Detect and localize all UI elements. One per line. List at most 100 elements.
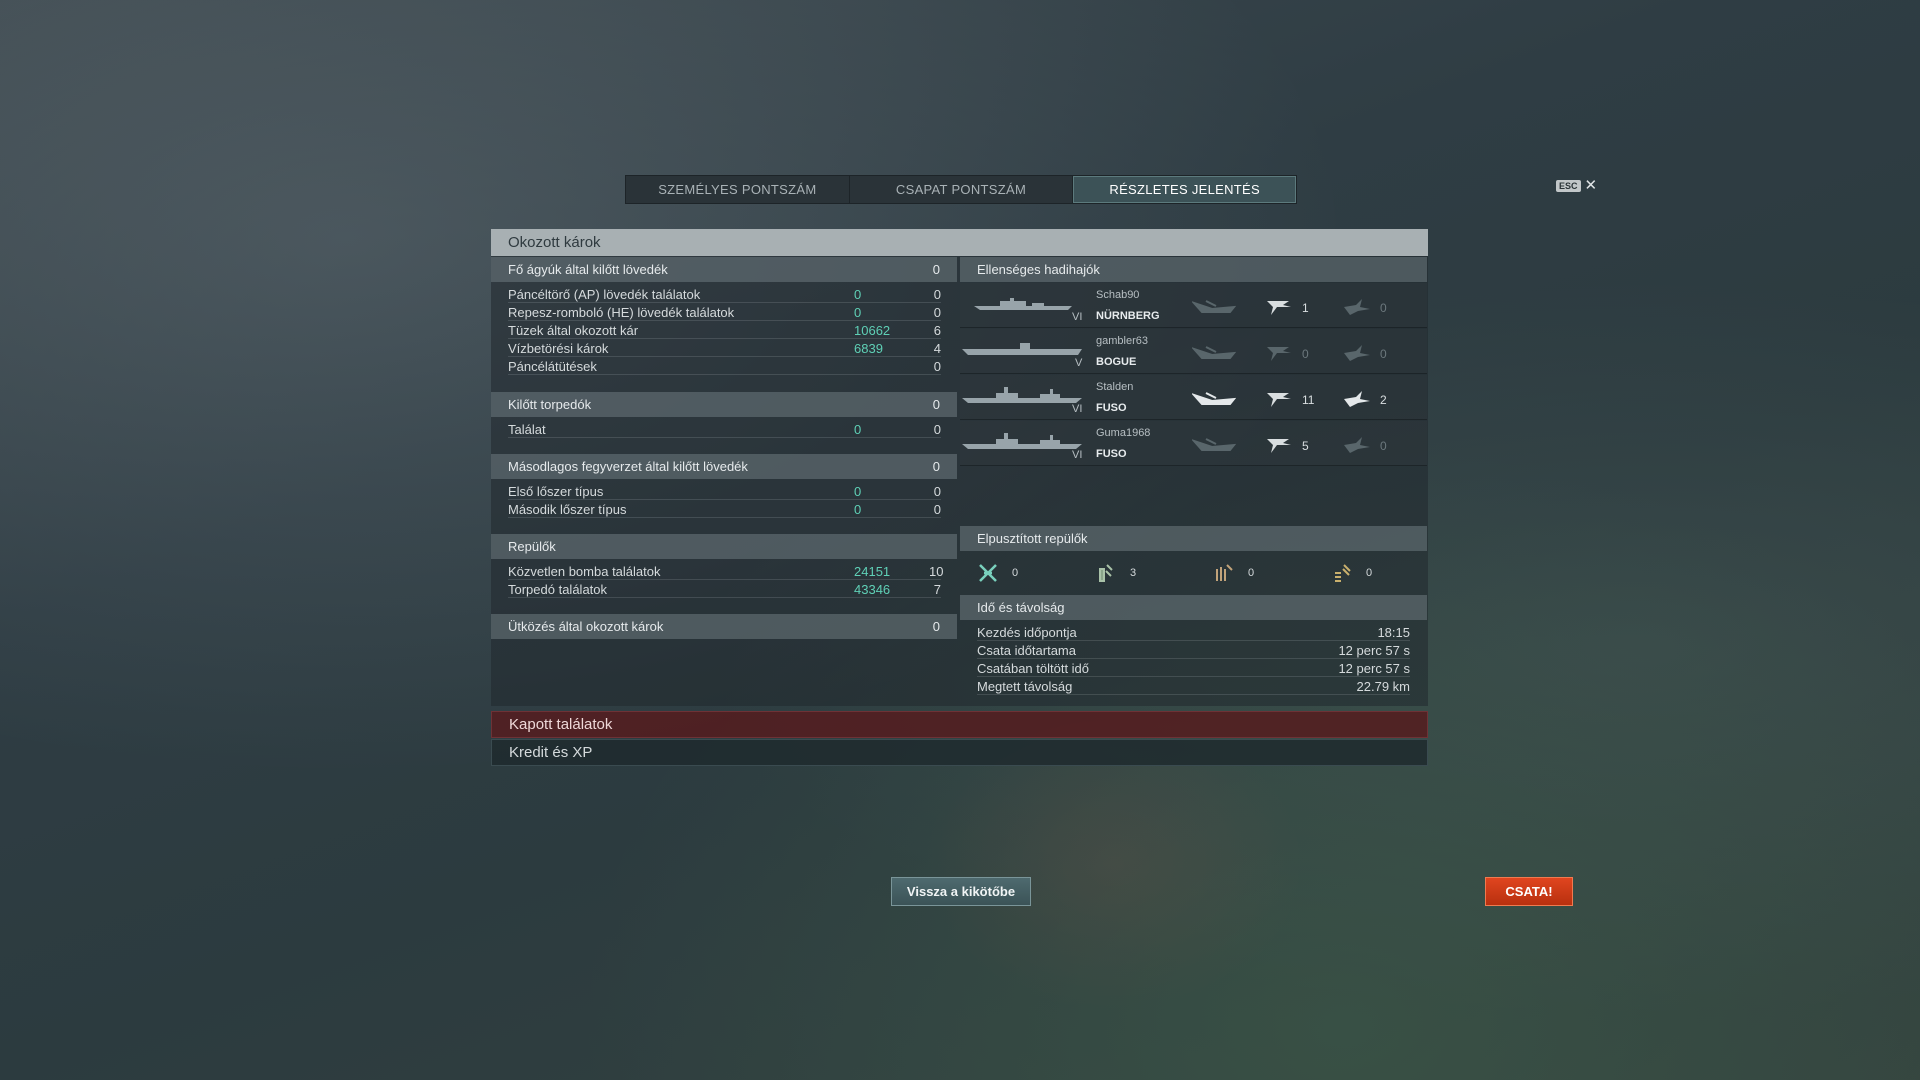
enemy-ship-row[interactable]: VI Guma1968 FUSO 5 0 (960, 421, 1427, 466)
ship-tier: VI (1072, 311, 1083, 323)
tab-detailed-report[interactable]: RÉSZLETES JELENTÉS (1073, 176, 1297, 203)
secondary-total: 0 (932, 459, 940, 474)
tab-team-score[interactable]: CSAPAT PONTSZÁM (850, 176, 1074, 203)
ship-spotted-count: 0 (1302, 347, 1309, 361)
ship-damaged-count: 0 (1380, 347, 1387, 361)
ship-destroyed-icon (1192, 438, 1236, 451)
enemy-ship-row[interactable]: VI Schab90 NÜRNBERG 1 0 (960, 283, 1427, 328)
ramming-title: Ütközés által okozott károk (508, 619, 664, 634)
ship-damaged-icon (1344, 437, 1370, 453)
planes-title: Repülők (508, 539, 556, 554)
destroyed-planes-title: Elpusztított repülők (977, 531, 1088, 546)
stat-label: Torpedó találatok (508, 582, 608, 597)
stat-count: 0 (933, 359, 941, 374)
ship-damaged-icon (1344, 299, 1370, 315)
destroyed-planes-header: Elpusztított repülők (960, 526, 1427, 551)
ship-name: NÜRNBERG (1096, 310, 1160, 322)
time-row-start: Kezdés időpontja 18:15 (977, 623, 1410, 641)
stat-label: Tüzek által okozott kár (508, 323, 639, 338)
ship-name: BOGUE (1096, 356, 1137, 368)
stat-count: 0 (933, 305, 941, 320)
enemy-ship-row[interactable]: VI Stalden FUSO 11 2 (960, 375, 1427, 420)
plane-stat-dive-bomber: 0 (1214, 560, 1254, 586)
time-value: 12 perc 57 s (1338, 643, 1410, 658)
ship-spotted-icon (1267, 393, 1291, 407)
stat-count: 0 (933, 422, 941, 437)
ship-tier: V (1075, 357, 1083, 369)
stat-count: 0 (933, 502, 941, 517)
ship-destroyed-icon (1192, 346, 1236, 359)
enemy-ships-title: Ellenséges hadihajók (977, 262, 1100, 277)
close-icon[interactable]: ✕ (1585, 178, 1598, 193)
time-row-duration: Csata időtartama 12 perc 57 s (977, 641, 1410, 659)
damage-dealt-header[interactable]: Okozott károk (491, 229, 1428, 256)
stat-label: Páncéltörő (AP) lövedék találatok (508, 287, 701, 302)
ship-destroyed-icon (1192, 300, 1236, 313)
enemy-ship-row[interactable]: V gambler63 BOGUE 0 0 (960, 329, 1427, 374)
stat-label: Vízbetörési károk (508, 341, 609, 356)
plane-stat-spotter: 0 (1332, 560, 1372, 586)
secondary-title: Másodlagos fegyverzet által kilőtt löved… (508, 459, 748, 474)
close-button[interactable]: ESC ✕ (1556, 178, 1598, 193)
torpedo-bomber-icon (1099, 564, 1113, 582)
ship-tier: VI (1072, 449, 1083, 461)
tab-personal-score[interactable]: SZEMÉLYES PONTSZÁM (626, 176, 850, 203)
battle-button[interactable]: CSATA! (1485, 877, 1573, 906)
carrier-silhouette-icon (962, 343, 1082, 355)
stat-row-second-ammo: Második lőszer típus 0 0 (508, 500, 941, 518)
time-value: 22.79 km (1356, 679, 1410, 694)
credits-xp-section[interactable]: Kredit és XP (491, 739, 1428, 766)
time-distance-header: Idő és távolság (960, 595, 1427, 620)
ship-destroyed-icon (1192, 392, 1236, 405)
ship-spotted-count: 5 (1302, 439, 1309, 453)
esc-key-hint: ESC (1556, 180, 1581, 192)
stat-row-he: Repesz-romboló (HE) lövedék találatok 0 … (508, 303, 941, 321)
ship-player-name: Stalden (1096, 381, 1134, 393)
main-guns-header: Fő ágyúk által kilőtt lövedék 0 (491, 257, 957, 282)
ship-tier: VI (1072, 403, 1083, 415)
torpedoes-title: Kilőtt torpedók (508, 397, 592, 412)
time-distance-title: Idő és távolság (977, 600, 1065, 615)
stat-row-fire: Tüzek által okozott kár 10662 6 (508, 321, 941, 339)
stat-value: 24151 (854, 564, 891, 579)
stat-label: Első lőszer típus (508, 484, 604, 499)
stat-value: 0 (854, 484, 862, 499)
stat-label: Repesz-romboló (HE) lövedék találatok (508, 305, 735, 320)
stat-value: 0 (854, 305, 862, 320)
dive-bomber-icon (1216, 564, 1233, 581)
main-guns-total: 0 (932, 262, 940, 277)
main-guns-title: Fő ágyúk által kilőtt lövedék (508, 262, 668, 277)
stat-label: Találat (508, 422, 546, 437)
stat-label: Közvetlen bomba találatok (508, 564, 661, 579)
ship-spotted-count: 1 (1302, 301, 1309, 315)
time-label: Csata időtartama (977, 643, 1076, 658)
enemy-ships-header: Ellenséges hadihajók (960, 257, 1427, 282)
time-value: 12 perc 57 s (1338, 661, 1410, 676)
spotter-plane-icon (1335, 564, 1351, 582)
stat-row-first-ammo: Első lőszer típus 0 0 (508, 482, 941, 500)
time-row-time-in-battle: Csatában töltött idő 12 perc 57 s (977, 659, 1410, 677)
stat-value: 0 (854, 422, 862, 437)
stat-count: 6 (933, 323, 941, 338)
ship-damaged-icon (1344, 391, 1370, 407)
stat-row-bomb-hits: Közvetlen bomba találatok 24151 10 (508, 562, 943, 580)
ship-damaged-count: 2 (1380, 393, 1387, 407)
received-hits-section[interactable]: Kapott találatok (491, 711, 1428, 738)
ship-name: FUSO (1096, 402, 1127, 414)
plane-count: 0 (1012, 567, 1019, 579)
return-to-port-button[interactable]: Vissza a kikötőbe (891, 877, 1031, 906)
time-label: Csatában töltött idő (977, 661, 1090, 676)
ship-spotted-icon (1267, 347, 1291, 361)
ship-damaged-count: 0 (1380, 301, 1387, 315)
ramming-total: 0 (932, 619, 940, 634)
stat-value: 0 (854, 502, 862, 517)
plane-count: 0 (1248, 567, 1255, 579)
stat-count: 7 (933, 582, 941, 597)
ship-spotted-count: 11 (1302, 393, 1315, 407)
stat-value: 43346 (854, 582, 891, 597)
secondary-header: Másodlagos fegyverzet által kilőtt löved… (491, 454, 957, 479)
plane-stat-fighter: 0 (978, 560, 1018, 586)
cruiser-silhouette-icon (974, 298, 1072, 310)
stat-count: 4 (933, 341, 941, 356)
plane-count: 3 (1130, 567, 1137, 579)
